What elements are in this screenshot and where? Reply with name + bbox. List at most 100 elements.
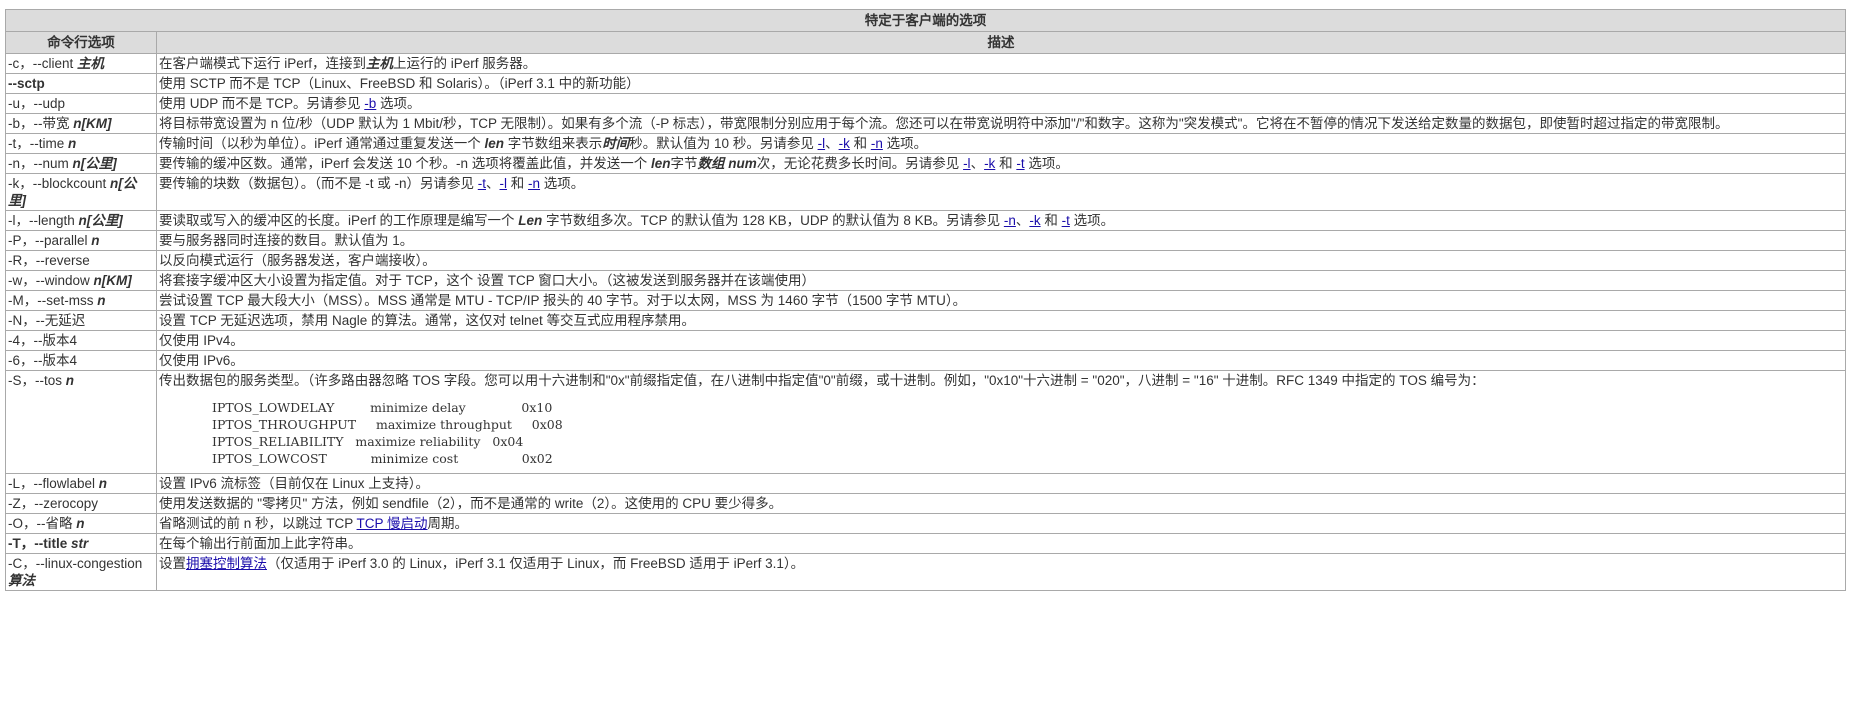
table-row: -R，--reverse 以反向模式运行（服务器发送，客户端接收）。 <box>5 250 1846 271</box>
link-t-option[interactable]: -t <box>1062 213 1070 228</box>
link-t-option[interactable]: -t <box>1016 156 1024 171</box>
description-text: 要传输的缓冲区数。通常，iPerf 会发送 10 个秒。-n 选项将覆盖此值，并… <box>159 156 652 171</box>
option-arg: n <box>68 136 77 151</box>
table-row: -n，--num n[公里] 要传输的缓冲区数。通常，iPerf 会发送 10 … <box>5 153 1846 174</box>
description-text: 选项。 <box>376 96 421 111</box>
link-l-option[interactable]: -l <box>963 156 971 171</box>
description-text: 要读取或写入的缓冲区的长度。iPerf 的工作原理是编写一个 <box>159 213 519 228</box>
description-cell: 要读取或写入的缓冲区的长度。iPerf 的工作原理是编写一个 Len 字节数组多… <box>156 210 1846 231</box>
option-cell: -Z，--zerocopy <box>5 493 157 514</box>
option-cell: -4，--版本4 <box>5 330 157 351</box>
option-arg: n <box>65 373 75 388</box>
option-flag: -O，--省略 <box>8 516 77 531</box>
client-options-table: 特定于客户端的选项 命令行选项 描述 -c，--client 主机 在客户端模式… <box>5 9 1846 591</box>
description-cell: 使用发送数据的 "零拷贝" 方法，例如 sendfile（2），而不是通常的 w… <box>156 493 1846 514</box>
option-cell: -P，--parallel n <box>5 230 157 251</box>
option-arg: n <box>98 476 108 491</box>
table-row: -l，--length n[公里] 要读取或写入的缓冲区的长度。iPerf 的工… <box>5 210 1846 231</box>
description-cell: 要与服务器同时连接的数目。默认值为 1。 <box>156 230 1846 251</box>
description-cell: 将套接字缓冲区大小设置为指定值。对于 TCP，这个 设置 TCP 窗口大小。（这… <box>156 270 1846 291</box>
description-text: （仅适用于 iPerf 3.0 的 Linux，iPerf 3.1 仅适用于 L… <box>267 556 805 571</box>
description-emphasis: len <box>484 136 505 151</box>
description-text: 选项。 <box>882 136 928 151</box>
link-n-option[interactable]: -n <box>1004 213 1016 228</box>
link-k-option[interactable]: -k <box>984 156 995 171</box>
table-row: -C，--linux-congestion 算法 设置拥塞控制算法（仅适用于 i… <box>5 553 1846 591</box>
option-flag: -u，--udp <box>8 96 66 111</box>
link-n-option[interactable]: -n <box>528 176 540 191</box>
description-cell: 在每个输出行前面加上此字符串。 <box>156 533 1846 554</box>
description-text: 字节 <box>670 156 698 171</box>
table-row: -N，--无延迟 设置 TCP 无延迟选项，禁用 Nagle 的算法。通常，这仅… <box>5 310 1846 331</box>
option-cell: -N，--无延迟 <box>5 310 157 331</box>
separator: 和 <box>995 156 1017 171</box>
description-text: 字节数组多次。TCP 的默认值为 128 KB，UDP 的默认值为 8 KB。另… <box>542 213 1004 228</box>
description-cell: 尝试设置 TCP 最大段大小（MSS）。MSS 通常是 MTU - TCP/IP… <box>156 290 1846 311</box>
link-k-option[interactable]: -k <box>1029 213 1040 228</box>
link-tcp-slow-start[interactable]: TCP 慢启动 <box>357 516 428 531</box>
separator: 、 <box>970 156 985 171</box>
description-text: 在客户端模式下运行 iPerf，连接到 <box>159 56 367 71</box>
option-flag: -l，--length <box>8 213 79 228</box>
option-cell: -t，--time n <box>5 133 157 154</box>
link-l-option[interactable]: -l <box>818 136 826 151</box>
table-row: -k，--blockcount n[公里] 要传输的块数（数据包）。（而不是 -… <box>5 173 1846 211</box>
option-cell: -S，--tos n <box>5 370 157 474</box>
option-cell: -O，--省略 n <box>5 513 157 534</box>
tos-values-block: IPTOS_LOWDELAY minimize delay 0x10 IPTOS… <box>212 400 563 466</box>
description-cell: 要传输的块数（数据包）。（而不是 -t 或 -n）另请参见 -t、-l 和 -n… <box>156 173 1846 211</box>
option-cell: --sctp <box>5 73 157 94</box>
option-arg: n[公里] <box>72 156 117 171</box>
table-row: --sctp 使用 SCTP 而不是 TCP（Linux、FreeBSD 和 S… <box>5 73 1846 94</box>
separator: 和 <box>1040 213 1062 228</box>
description-emphasis: 时间 <box>602 136 630 151</box>
table-row: -6，--版本4 仅使用 IPv6。 <box>5 350 1846 371</box>
option-arg: 算法 <box>8 573 35 588</box>
description-cell: 设置 TCP 无延迟选项，禁用 Nagle 的算法。通常，这仅对 telnet … <box>156 310 1846 331</box>
table-row: -L，--flowlabel n 设置 IPv6 流标签（目前仅在 Linux … <box>5 473 1846 494</box>
option-cell: -R，--reverse <box>5 250 157 271</box>
description-cell: 要传输的缓冲区数。通常，iPerf 会发送 10 个秒。-n 选项将覆盖此值，并… <box>156 153 1846 174</box>
table-row: -4，--版本4 仅使用 IPv4。 <box>5 330 1846 351</box>
table-title: 特定于客户端的选项 <box>5 9 1846 32</box>
link-b-option[interactable]: -b <box>364 96 376 111</box>
option-flag: -4，--版本4 <box>8 333 78 348</box>
option-flag: -b，--带宽 <box>8 116 74 131</box>
link-l-option[interactable]: -l <box>500 176 508 191</box>
separator: 、 <box>1015 213 1030 228</box>
option-flag: -k，--blockcount <box>8 176 111 191</box>
option-cell: -T，--title str <box>5 533 157 554</box>
table-row: -S，--tos n 传出数据包的服务类型。（许多路由器忽略 TOS 字段。您可… <box>5 370 1846 474</box>
option-cell: -L，--flowlabel n <box>5 473 157 494</box>
option-cell: -6，--版本4 <box>5 350 157 371</box>
description-text: 要传输的块数（数据包）。（而不是 -t 或 -n）另请参见 <box>159 176 478 191</box>
option-cell: -c，--client 主机 <box>5 53 157 74</box>
description-cell: 仅使用 IPv4。 <box>156 330 1846 351</box>
separator: 和 <box>507 176 529 191</box>
description-emphasis: len <box>651 156 671 171</box>
description-text: 上运行的 iPerf 服务器。 <box>393 56 537 71</box>
option-cell: -n，--num n[公里] <box>5 153 157 174</box>
table-title-row: 特定于客户端的选项 <box>5 9 1846 32</box>
option-flag: -Z，--zerocopy <box>8 496 99 511</box>
option-flag: -S，--tos <box>8 373 66 388</box>
option-flag: -c，--client <box>8 56 78 71</box>
option-flag: -t，--time <box>8 136 68 151</box>
link-congestion-control[interactable]: 拥塞控制算法 <box>186 556 267 571</box>
link-t-option[interactable]: -t <box>478 176 486 191</box>
description-cell: 设置拥塞控制算法（仅适用于 iPerf 3.0 的 Linux，iPerf 3.… <box>156 553 1846 591</box>
option-cell: -M，--set-mss n <box>5 290 157 311</box>
option-flag: -N，--无延迟 <box>8 313 86 328</box>
column-header-option: 命令行选项 <box>5 31 157 54</box>
description-emphasis: 主机 <box>366 56 394 71</box>
description-cell: 省略测试的前 n 秒，以跳过 TCP TCP 慢启动周期。 <box>156 513 1846 534</box>
description-cell: 使用 UDP 而不是 TCP。另请参见 -b 选项。 <box>156 93 1846 114</box>
link-n-option[interactable]: -n <box>871 136 883 151</box>
link-k-option[interactable]: -k <box>839 136 850 151</box>
option-flag: -R，--reverse <box>8 253 90 268</box>
option-cell: -w，--window n[KM] <box>5 270 157 291</box>
option-flag: -M，--set-mss <box>8 293 98 308</box>
description-text: 传出数据包的服务类型。（许多路由器忽略 TOS 字段。您可以用十六进制和"0x"… <box>159 373 1485 388</box>
table-row: -P，--parallel n 要与服务器同时连接的数目。默认值为 1。 <box>5 230 1846 251</box>
option-flag: -C，--linux-congestion <box>8 556 143 571</box>
